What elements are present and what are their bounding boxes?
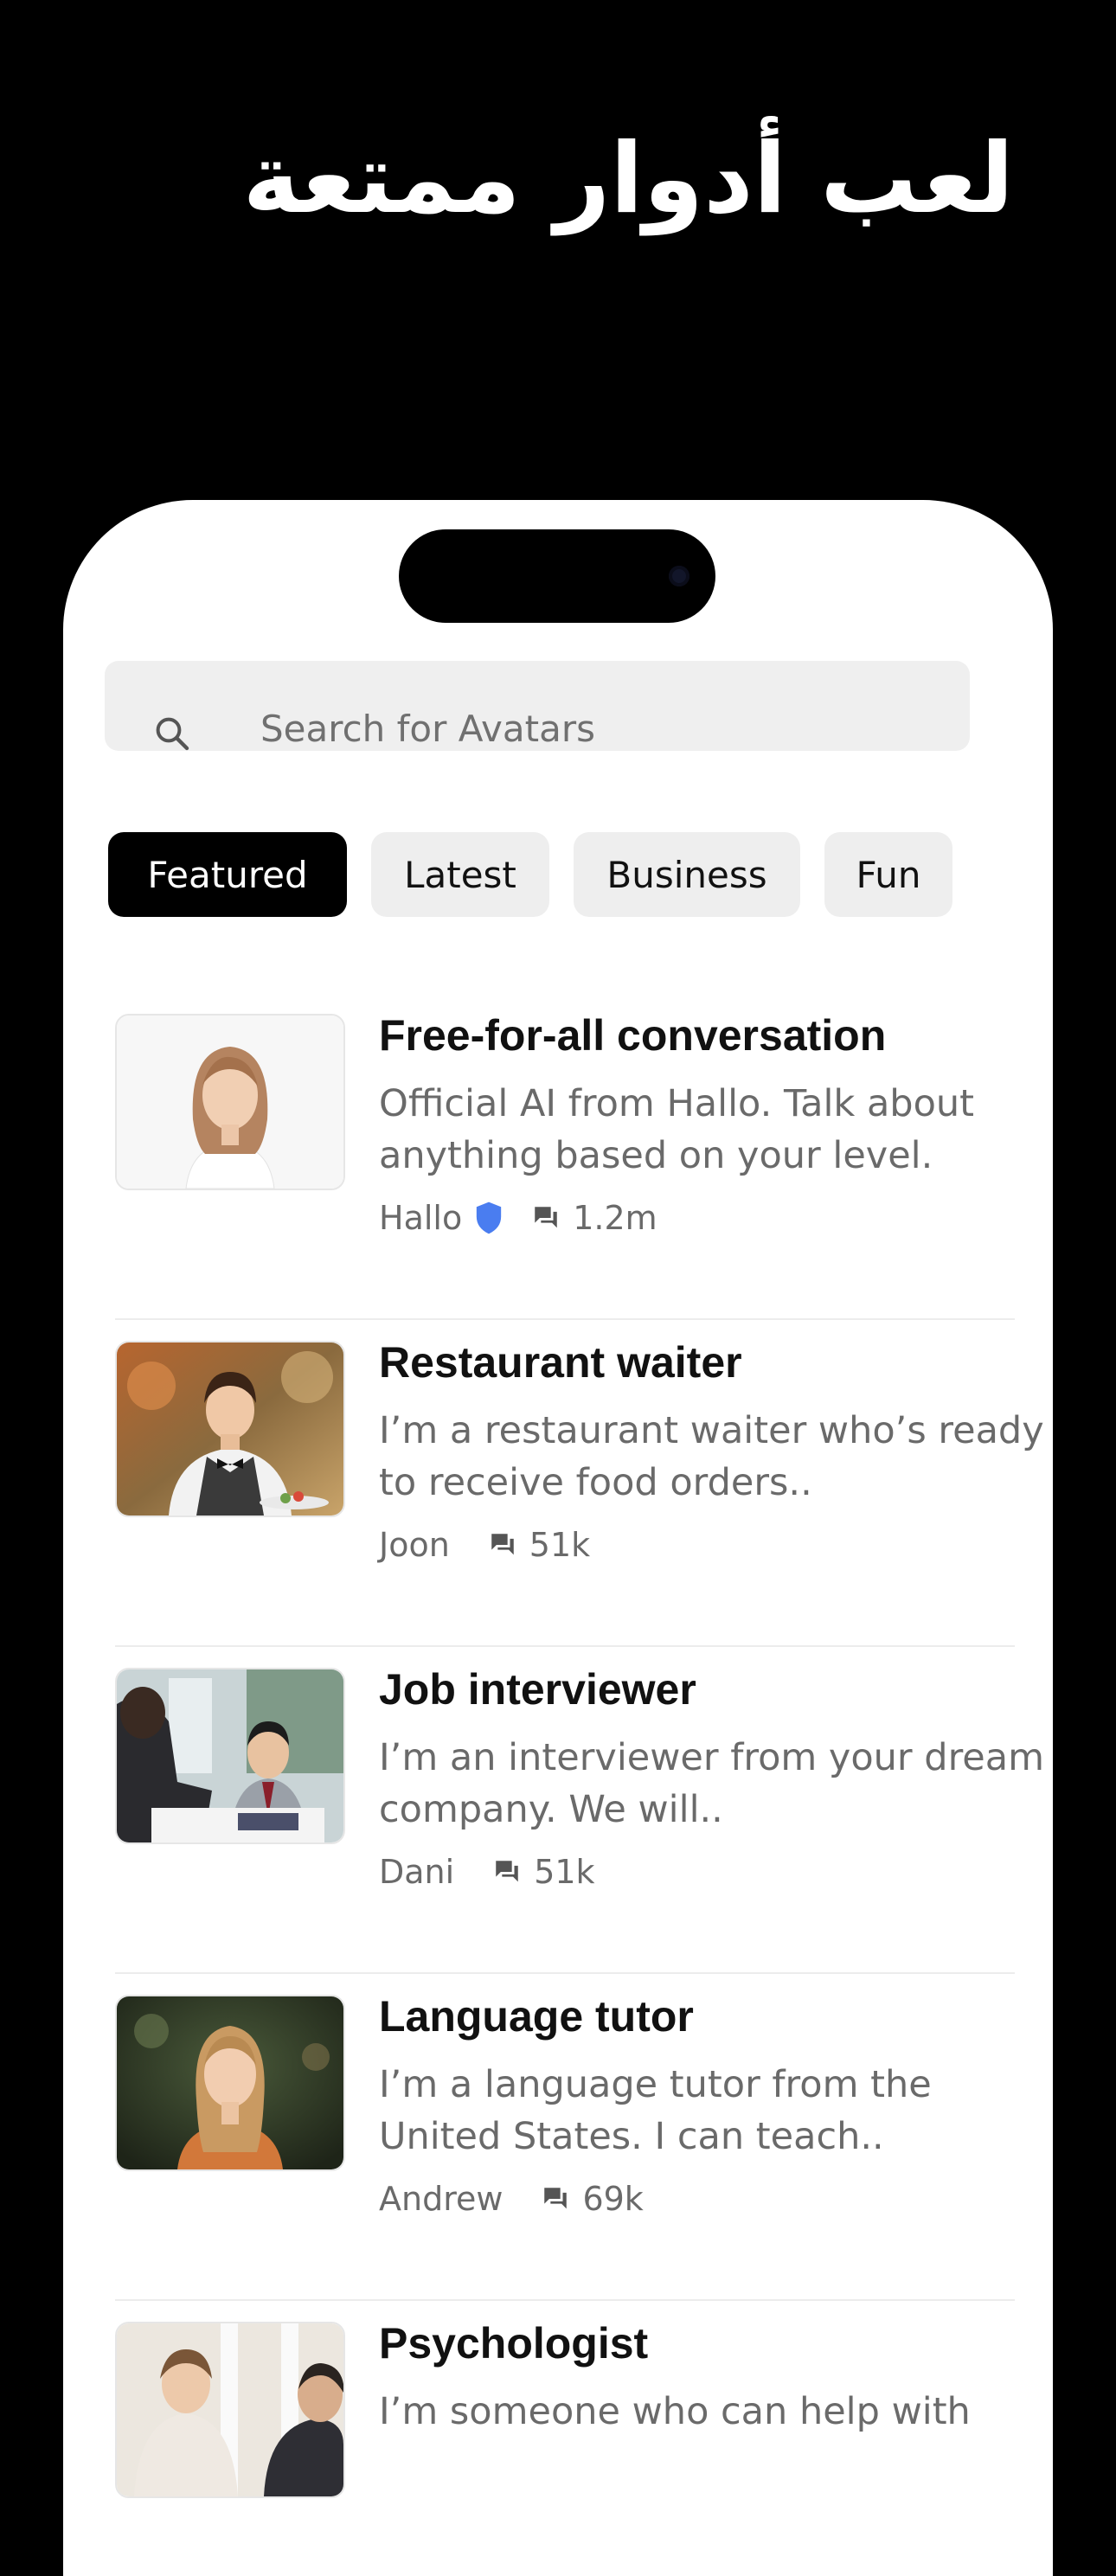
item-description: I’m a language tutor from the United Sta… [379,2063,932,2158]
chat-count: 1.2m [573,1199,657,1237]
item-meta: Hallo 1.2m [379,1199,657,1237]
item-title: Psychologist [379,2319,649,2368]
dynamic-island [399,529,715,623]
category-tabs: Featured Latest Business Fun [108,832,952,917]
item-description: I’m someone who can help with [379,2390,971,2433]
avatar-thumbnail [115,2322,345,2498]
item-meta: Andrew 69k [379,2180,644,2218]
item-title: Language tutor [379,1992,694,2041]
chat-count: 51k [534,1853,595,1891]
item-meta: Dani 51k [379,1853,595,1891]
list-item[interactable]: Restaurant waiter I’m a restaurant waite… [115,1320,1044,1647]
tab-fun[interactable]: Fun [824,832,952,917]
verified-shield-icon [474,1201,503,1235]
chat-bubble-icon [492,1857,522,1887]
item-description: I’m an interviewer from your dream compa… [379,1736,1045,1831]
item-title: Restaurant waiter [379,1338,742,1387]
chat-count: 69k [582,2180,644,2218]
chat-bubble-icon [541,2184,570,2214]
chat-bubble-icon [488,1530,517,1560]
tab-business[interactable]: Business [574,832,800,917]
list-item[interactable]: Language tutor I’m a language tutor from… [115,1974,1015,2301]
avatar-thumbnail [115,1014,345,1190]
item-description: I’m a restaurant waiter who’s ready to r… [379,1409,1044,1504]
item-meta: Joon 51k [379,1526,590,1564]
tab-latest[interactable]: Latest [371,832,549,917]
chat-bubble-icon [531,1203,561,1233]
list-item[interactable]: Psychologist I’m someone who can help wi… [115,2301,1015,2576]
author-name: Hallo [379,1199,463,1237]
item-description: Official AI from Hallo. Talk about anyth… [379,1082,975,1177]
search-input[interactable]: Search for Avatars [105,661,970,751]
author-name: Dani [379,1853,455,1891]
avatar-thumbnail [115,1995,345,2171]
list-item[interactable]: Free-for-all conversation Official AI fr… [115,993,1015,1320]
search-placeholder: Search for Avatars [260,708,595,750]
item-title: Free-for-all conversation [379,1011,887,1060]
avatar-thumbnail [115,1668,345,1844]
avatar-list: Free-for-all conversation Official AI fr… [115,993,1053,2576]
chat-count: 51k [529,1526,591,1564]
search-icon [151,713,193,758]
phone-frame: Search for Avatars Featured Latest Busin… [63,500,1053,2576]
camera-icon [669,566,689,586]
avatar-thumbnail [115,1341,345,1517]
author-name: Joon [379,1526,450,1564]
page-headline: لعب أدوار ممتعة [242,123,1014,235]
author-name: Andrew [379,2180,503,2218]
tab-featured[interactable]: Featured [108,832,347,917]
list-item[interactable]: Job interviewer I’m an interviewer from … [115,1647,1044,1974]
item-title: Job interviewer [379,1665,696,1714]
